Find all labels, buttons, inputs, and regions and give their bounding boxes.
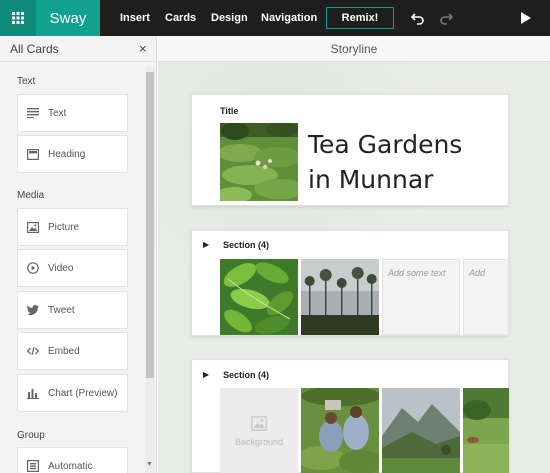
card-item-label: Video — [48, 262, 74, 274]
expand-triangle-icon[interactable]: ▶ — [203, 370, 209, 379]
heading-icon — [27, 148, 39, 160]
card-item-label: Text — [48, 107, 67, 119]
green-field-photo — [463, 388, 509, 473]
scrollbar-thumb[interactable] — [146, 72, 154, 378]
close-icon[interactable]: × — [139, 41, 147, 56]
card-item-label: Heading — [48, 148, 86, 160]
card-item-tweet[interactable]: Tweet — [17, 291, 128, 329]
section-label: Section (4) — [223, 370, 270, 380]
title-card-label: Title — [220, 106, 239, 116]
title-card[interactable]: Title Tea Gardens in Munnar — [191, 94, 509, 206]
automatic-group-icon — [27, 460, 39, 472]
section-card-2[interactable]: ▶ Section (4) Background — [191, 359, 509, 473]
title-line-2: in Munnar — [308, 165, 434, 194]
cards-panel-header: All Cards × — [0, 36, 156, 62]
card-item-heading[interactable]: Heading — [17, 135, 128, 173]
section-text-placeholder-2[interactable]: Add — [463, 259, 509, 335]
play-button[interactable] — [517, 9, 535, 27]
app-grid-icon — [12, 12, 24, 24]
card-item-chart[interactable]: Chart (Preview) — [17, 374, 128, 412]
misty-hills-photo — [382, 388, 460, 473]
card-item-embed[interactable]: Embed — [17, 332, 128, 370]
section-card-1[interactable]: ▶ Section (4) Add some text Add — [191, 230, 509, 336]
section-image-tea-leaves[interactable] — [220, 259, 298, 335]
card-item-picture[interactable]: Picture — [17, 208, 128, 246]
section-image-field[interactable] — [463, 388, 509, 473]
card-item-video[interactable]: Video — [17, 249, 128, 287]
video-play-icon — [27, 262, 39, 274]
tea-garden-photo — [220, 123, 298, 201]
group-heading-text: Text — [17, 76, 36, 87]
tea-pickers-photo — [301, 388, 379, 473]
card-item-automatic[interactable]: Automatic — [17, 447, 128, 473]
card-item-label: Chart (Preview) — [48, 387, 118, 399]
section-text-placeholder[interactable]: Add some text — [382, 259, 460, 335]
play-icon — [521, 12, 531, 24]
cards-panel-title: All Cards — [10, 42, 59, 56]
trees-photo — [301, 259, 379, 335]
storyline-pane: Storyline Title Tea Gardens in Munnar ▶ … — [158, 36, 550, 473]
title-line-1: Tea Gardens — [308, 130, 463, 159]
storyline-header: Storyline — [158, 36, 550, 62]
app-launcher-button[interactable] — [0, 0, 36, 36]
undo-icon — [411, 13, 424, 25]
menu-cards[interactable]: Cards — [165, 0, 196, 36]
text-lines-icon — [27, 108, 39, 118]
menu-insert[interactable]: Insert — [120, 0, 150, 36]
cards-panel: All Cards × Text Text Heading Media Pict… — [0, 36, 157, 473]
undo-button[interactable] — [409, 9, 427, 27]
embed-code-icon — [27, 346, 39, 356]
menu-design[interactable]: Design — [211, 0, 248, 36]
section-image-trees[interactable] — [301, 259, 379, 335]
card-item-label: Tweet — [48, 304, 75, 316]
expand-triangle-icon[interactable]: ▶ — [203, 240, 209, 249]
section-image-tea-pickers[interactable] — [301, 388, 379, 473]
title-heading[interactable]: Tea Gardens in Munnar — [308, 127, 488, 197]
card-item-text[interactable]: Text — [17, 94, 128, 132]
card-item-label: Embed — [48, 345, 80, 357]
background-picture-icon — [251, 415, 267, 431]
section-image-hills[interactable] — [382, 388, 460, 473]
tea-leaves-photo — [220, 259, 298, 335]
card-item-label: Picture — [48, 221, 80, 233]
twitter-bird-icon — [27, 305, 39, 315]
background-placeholder-tile[interactable]: Background — [220, 388, 298, 473]
bar-chart-icon — [27, 388, 39, 399]
top-bar: Sway Insert Cards Design Navigation Remi… — [0, 0, 550, 36]
picture-icon — [27, 221, 39, 233]
card-item-label: Automatic — [48, 460, 93, 472]
app-brand[interactable]: Sway — [36, 0, 100, 36]
title-image-tea-garden[interactable] — [220, 123, 298, 201]
background-label: Background — [234, 436, 284, 447]
remix-button[interactable]: Remix! — [326, 7, 394, 29]
scroll-down-arrow-icon[interactable]: ▼ — [146, 461, 153, 468]
menu-navigation[interactable]: Navigation — [261, 0, 317, 36]
redo-button[interactable] — [437, 9, 455, 27]
group-heading-group: Group — [17, 430, 45, 441]
group-heading-media: Media — [17, 190, 45, 201]
redo-icon — [440, 13, 453, 25]
section-label: Section (4) — [223, 240, 270, 250]
